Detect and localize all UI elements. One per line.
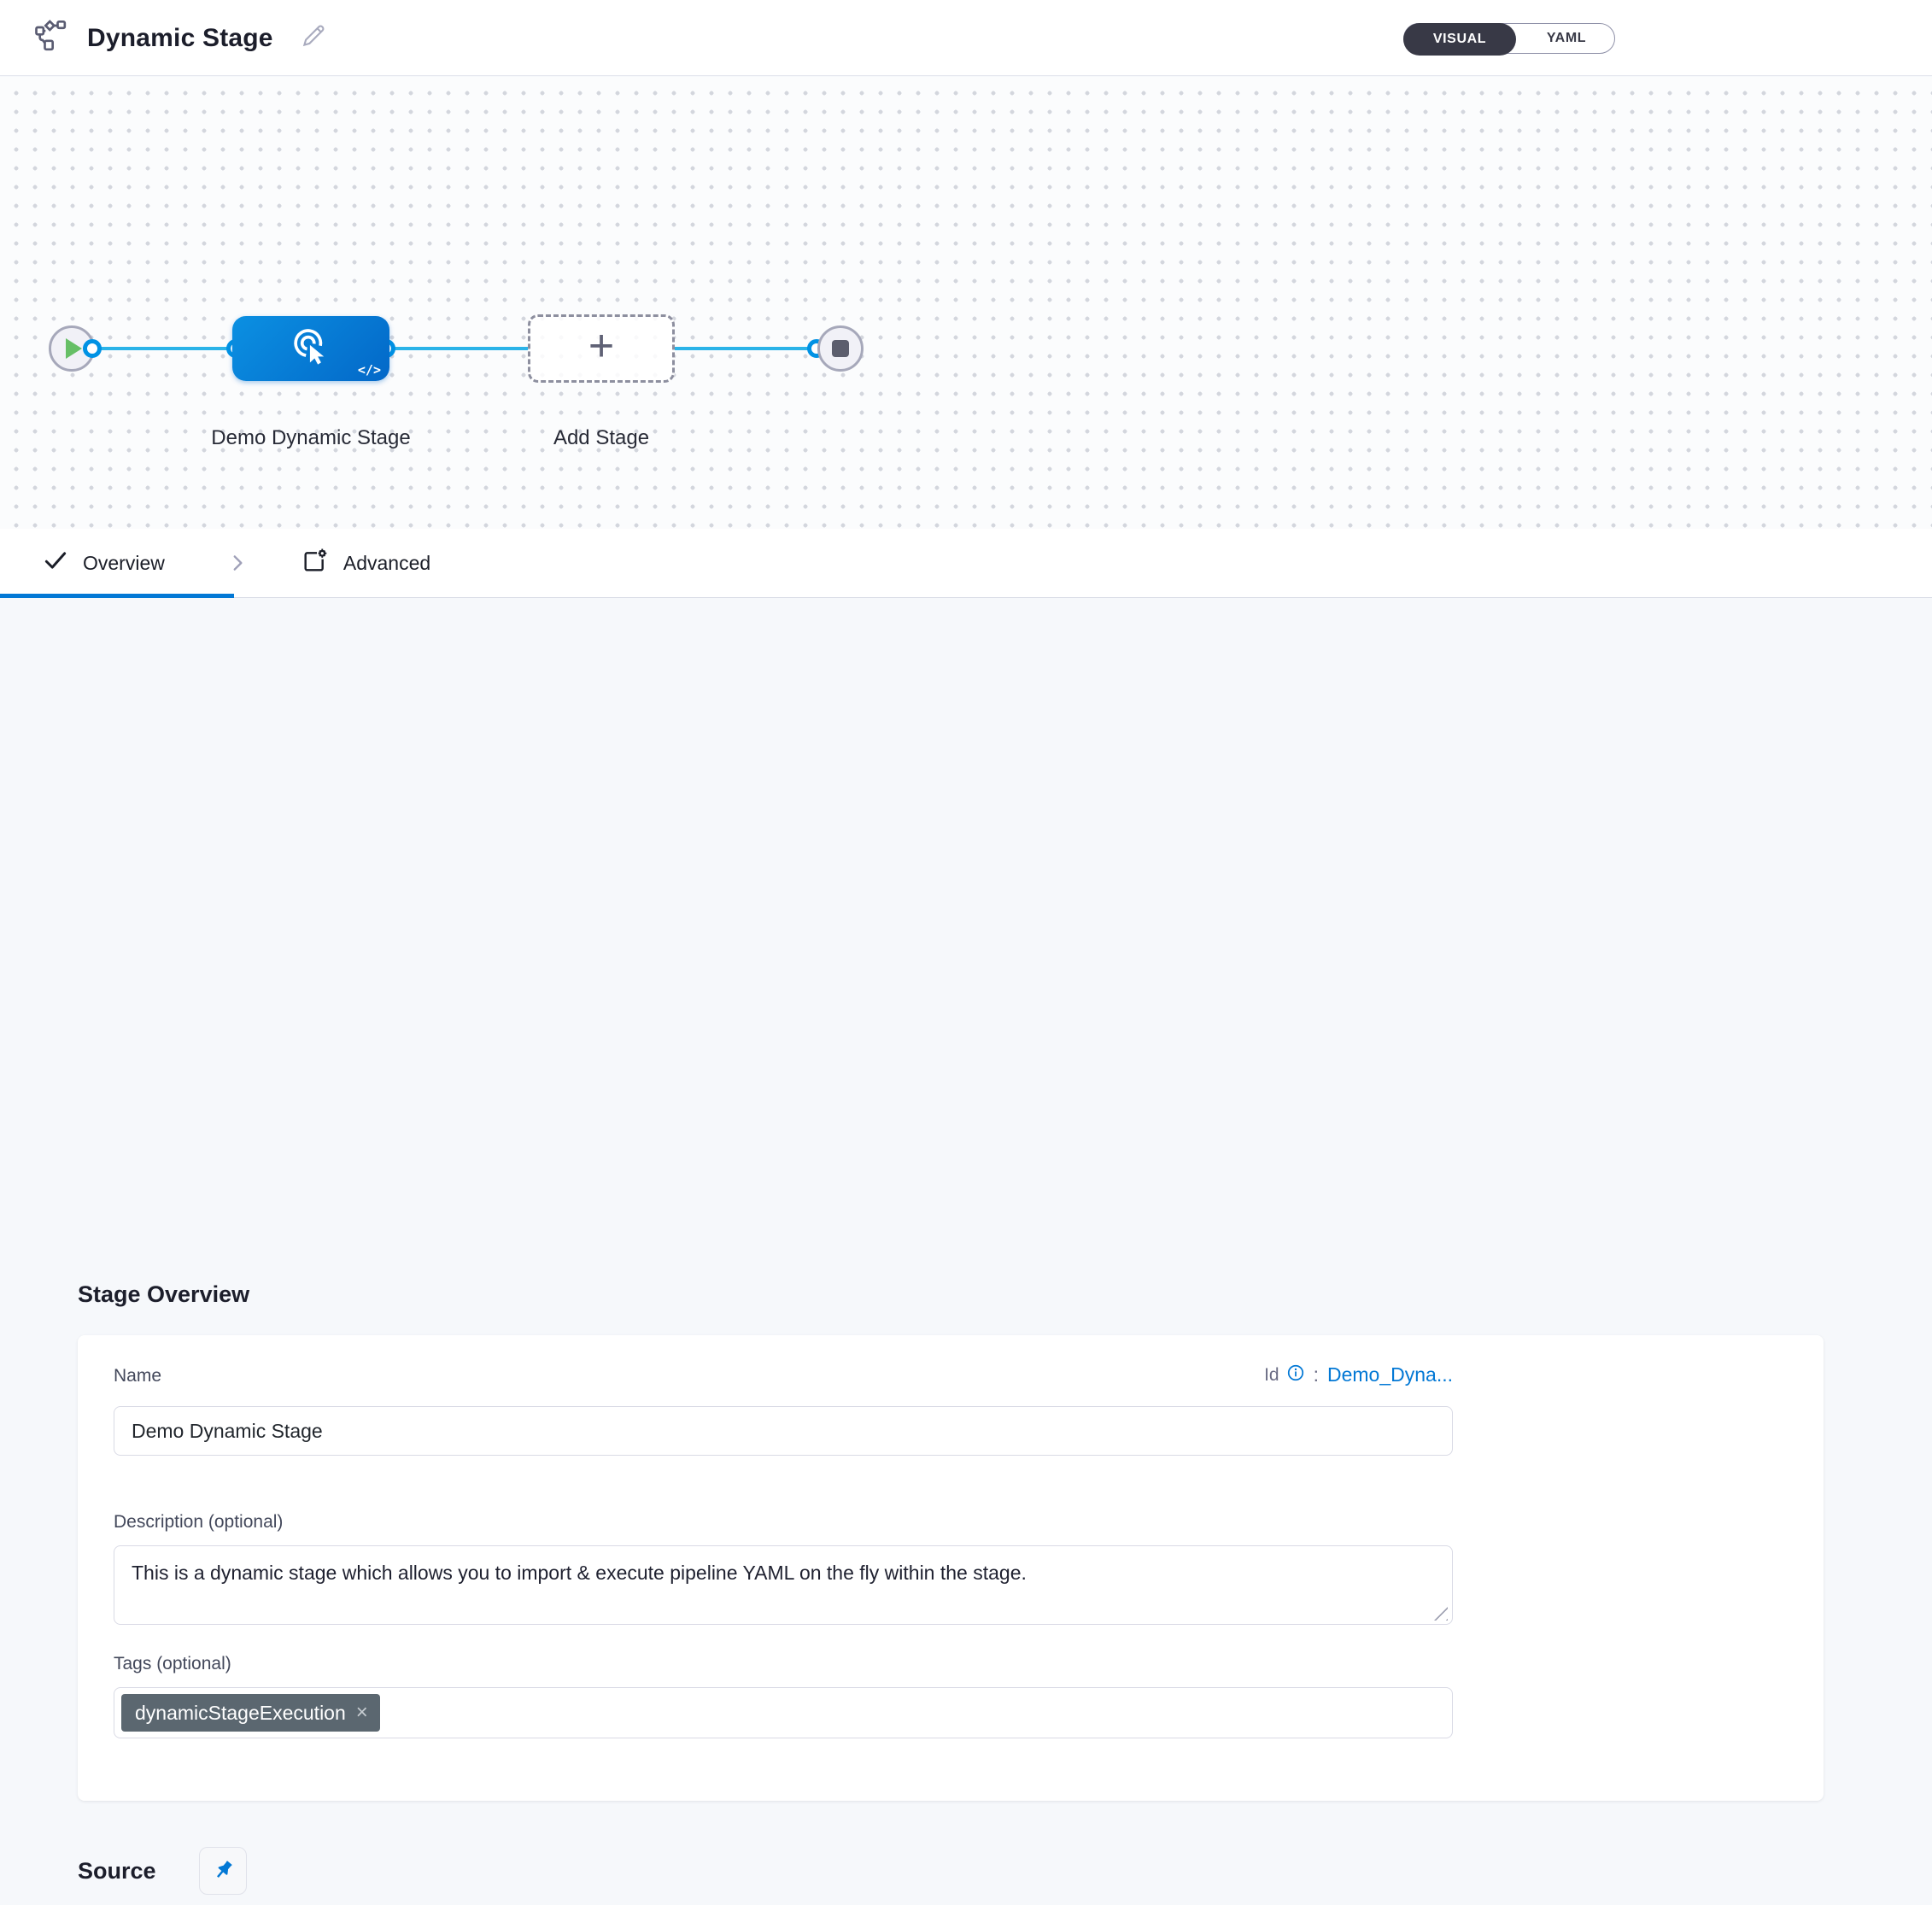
description-label: Description (optional): [114, 1512, 283, 1533]
stop-icon: [832, 340, 849, 357]
page-title: Dynamic Stage: [87, 24, 273, 53]
page-header: Dynamic Stage VISUAL YAML: [0, 0, 1932, 76]
play-icon: [66, 338, 82, 359]
stage-id-link[interactable]: Demo_Dyna...: [1327, 1363, 1453, 1386]
edge-add-to-end: [673, 347, 818, 350]
dynamic-stage-page: Dynamic Stage VISUAL YAML: [0, 0, 1932, 1905]
source-heading: Source: [78, 1858, 156, 1884]
pipeline-canvas[interactable]: </> + Demo Dynamic Stage Add Stage: [0, 77, 1932, 529]
name-label: Name: [114, 1366, 161, 1386]
edge-start-to-stage: [89, 347, 236, 350]
tag-chip: dynamicStageExecution ×: [121, 1694, 380, 1732]
info-icon[interactable]: [1286, 1363, 1305, 1386]
stage-tabbar: Overview Advanced: [0, 529, 1932, 598]
tag-chip-label: dynamicStageExecution: [135, 1702, 346, 1725]
id-label: Id: [1264, 1365, 1279, 1386]
plus-icon: +: [588, 324, 614, 368]
chevron-right-icon: [226, 552, 249, 574]
tags-input[interactable]: dynamicStageExecution ×: [114, 1687, 1453, 1738]
tag-remove-icon[interactable]: ×: [356, 1703, 368, 1723]
edge-stage-to-add: [386, 347, 530, 350]
port-start-out: [83, 339, 102, 358]
toggle-visual[interactable]: VISUAL: [1403, 23, 1516, 56]
code-icon: </>: [358, 362, 381, 378]
pushpin-icon: [204, 1853, 240, 1889]
name-input[interactable]: [114, 1406, 1453, 1456]
edit-pencil-icon[interactable]: [292, 21, 328, 55]
description-textarea[interactable]: This is a dynamic stage which allows you…: [114, 1545, 1453, 1625]
end-node: [817, 325, 864, 372]
tab-overview-label: Overview: [83, 552, 165, 575]
pin-button[interactable]: [199, 1847, 247, 1895]
advanced-settings-icon: [302, 547, 329, 579]
stage-node-demo-dynamic-stage[interactable]: </>: [232, 316, 389, 381]
check-icon: [43, 548, 68, 578]
toggle-yaml[interactable]: YAML: [1519, 24, 1614, 53]
tab-advanced-label: Advanced: [343, 552, 430, 575]
tab-overview[interactable]: Overview: [43, 548, 165, 578]
pipeline-icon: [34, 19, 68, 57]
click-icon: [289, 325, 333, 373]
stage-id-row: Id : Demo_Dyna...: [1264, 1363, 1453, 1386]
tab-advanced[interactable]: Advanced: [302, 547, 430, 579]
stage-node-label: Demo Dynamic Stage: [210, 420, 412, 456]
add-stage-label: Add Stage: [528, 420, 675, 456]
overview-tab-content: Stage Overview Name Id : Demo_Dyna... De…: [0, 598, 1932, 1905]
visual-yaml-toggle: VISUAL YAML: [1403, 23, 1615, 54]
add-stage-node[interactable]: +: [528, 314, 675, 383]
tags-label: Tags (optional): [114, 1654, 231, 1674]
stage-overview-heading: Stage Overview: [78, 1281, 249, 1308]
source-heading-row: Source: [78, 1847, 247, 1895]
id-colon: :: [1314, 1363, 1319, 1386]
stage-overview-card: Name Id : Demo_Dyna... Description (opti…: [78, 1335, 1824, 1801]
